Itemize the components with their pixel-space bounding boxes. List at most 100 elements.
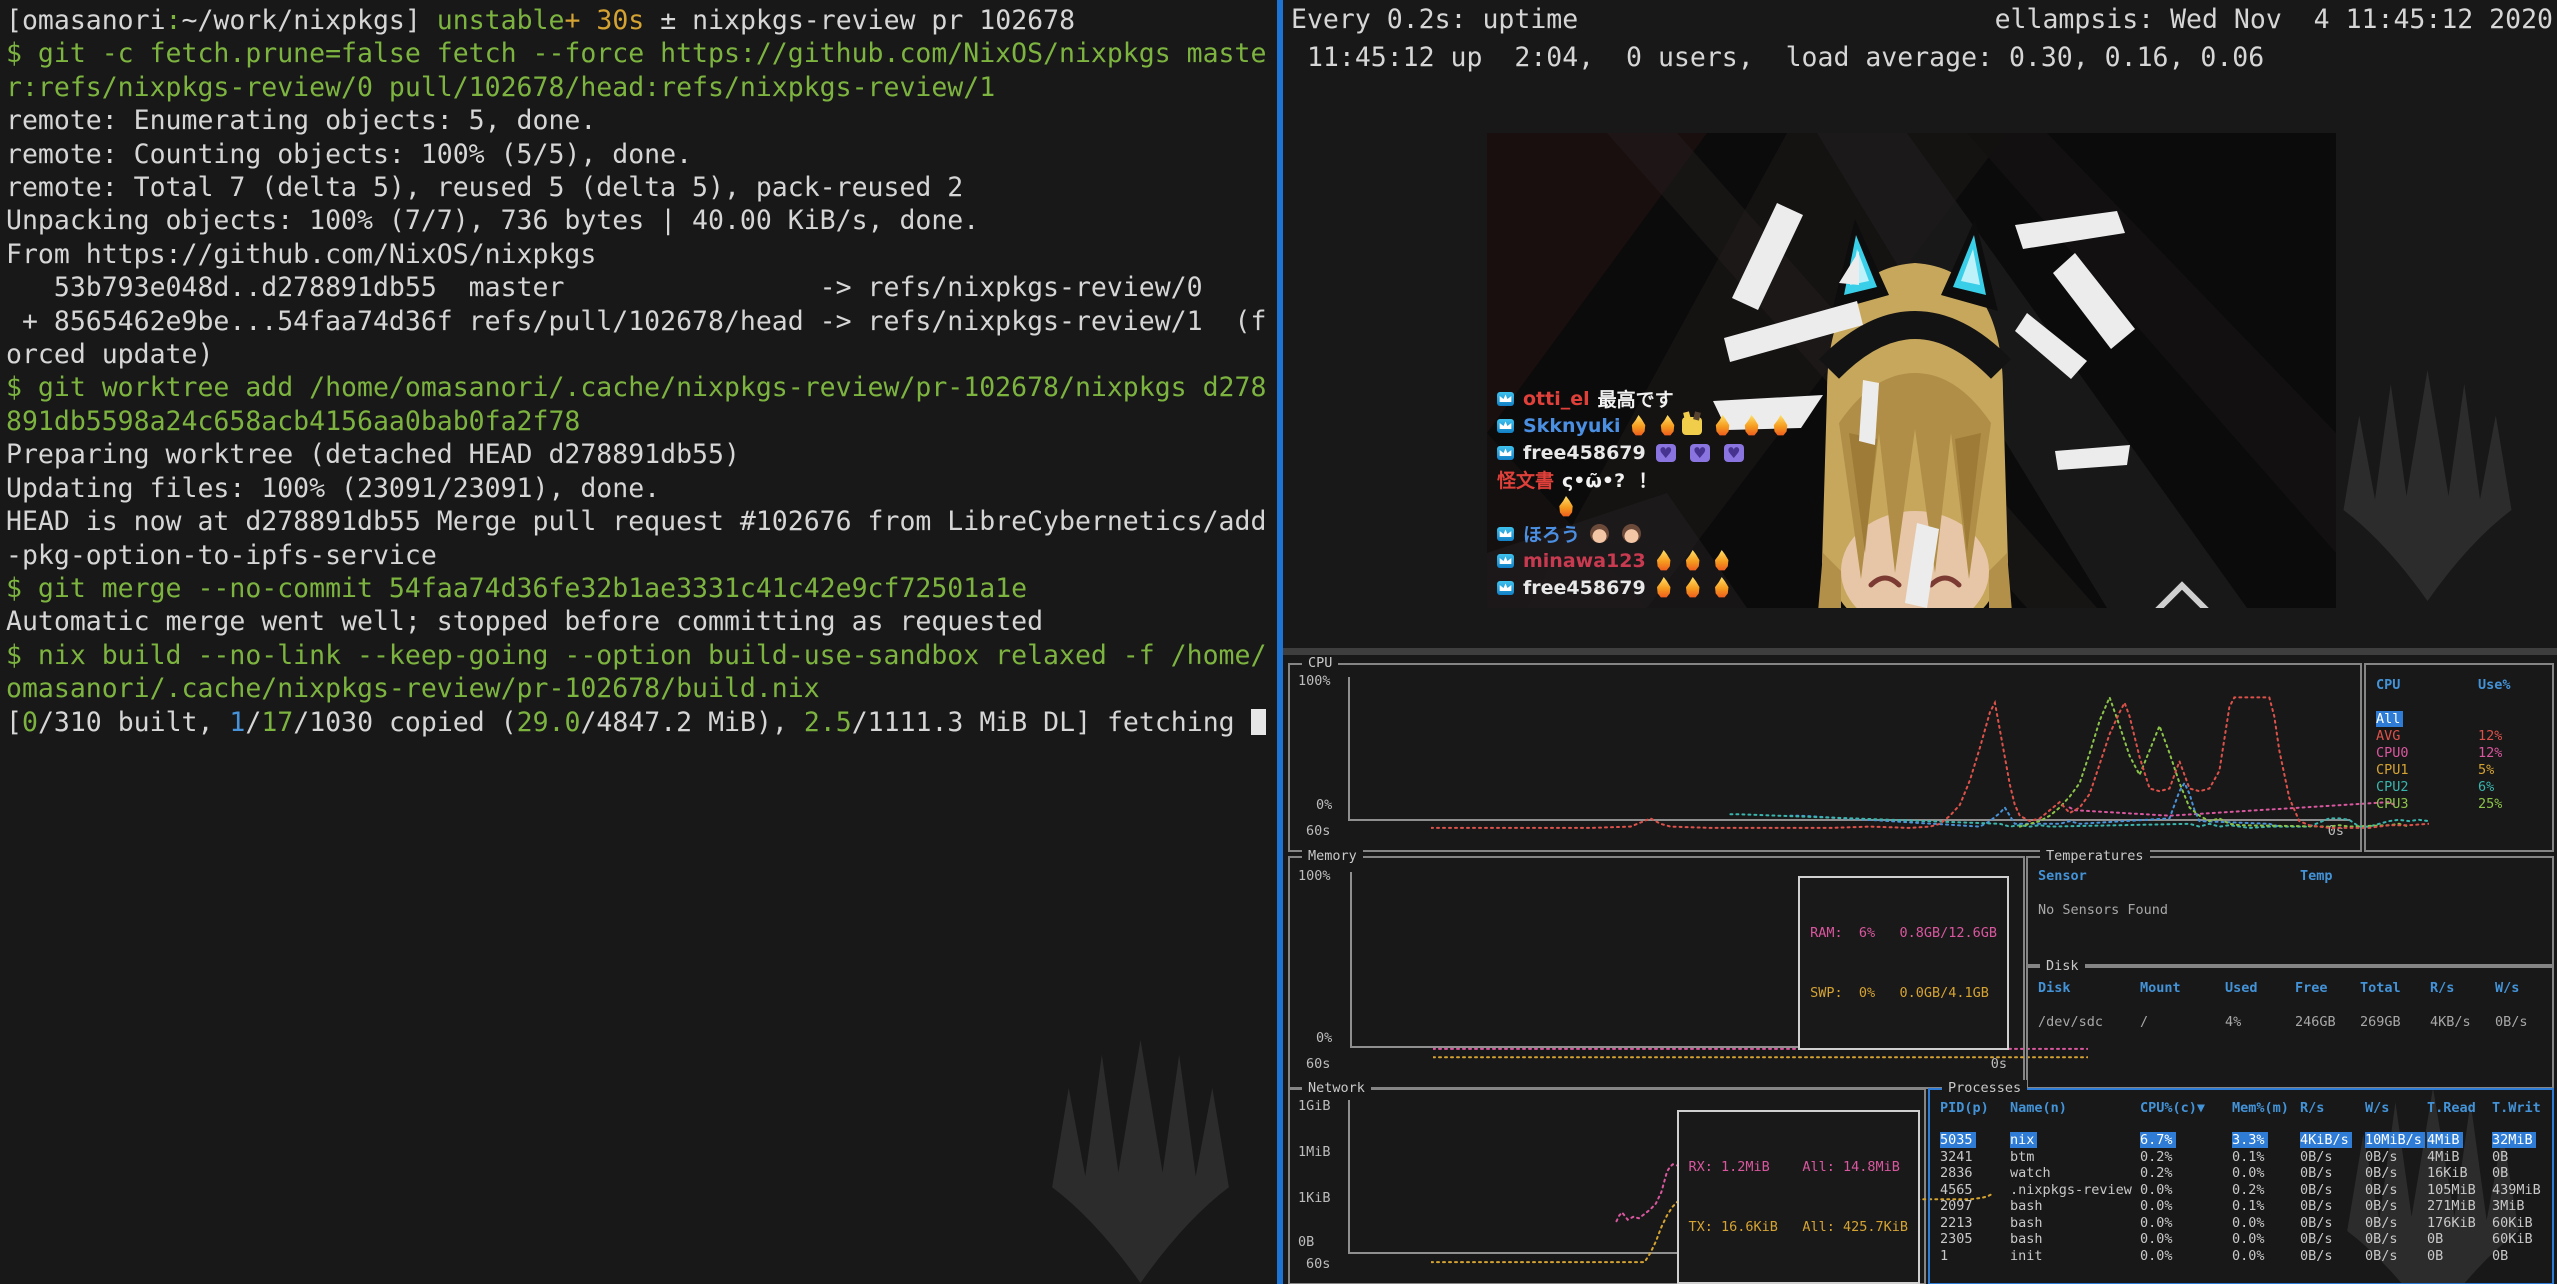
- process-col-header[interactable]: CPU%(c)▼: [2140, 1100, 2232, 1117]
- terminal-line: From https://github.com/NixOS/nixpkgs: [6, 238, 1266, 271]
- process-row[interactable]: 2213bash0.0%0.0%0B/s0B/s176KiB60KiB: [1940, 1215, 2550, 1232]
- subscriber-badge-icon: [1497, 554, 1514, 568]
- cpu-legend-row[interactable]: CPU26%: [2376, 779, 2546, 796]
- terminal-line: HEAD is now at d278891db55 Merge pull re…: [6, 505, 1266, 538]
- process-row[interactable]: 3241btm0.2%0.1%0B/s0B/s4MiB0B: [1940, 1149, 2550, 1166]
- flame-emote-icon: [1715, 415, 1731, 436]
- temperatures-panel[interactable]: Temperatures Sensor Temp No Sensors Foun…: [2026, 856, 2554, 966]
- process-row[interactable]: 2836watch0.2%0.0%0B/s0B/s16KiB0B: [1940, 1165, 2550, 1182]
- cpu-graph-panel[interactable]: CPU 100% 0% 60s 0s: [1288, 663, 2362, 852]
- flame-emote-icon: [1714, 550, 1730, 571]
- pane-divider-horizontal[interactable]: [1283, 648, 2557, 655]
- process-header-row[interactable]: PID(p)Name(n)CPU%(c)▼Mem%(m)R/sW/sT.Read…: [1940, 1100, 2551, 1117]
- process-col-header[interactable]: Mem%(m): [2232, 1100, 2300, 1117]
- flame-emote-icon: [1773, 415, 1789, 436]
- cpu-panel-title: CPU: [1302, 655, 1338, 671]
- terminal-line: $ git -c fetch.prune=false fetch --force…: [6, 37, 1266, 70]
- disk-col-header[interactable]: Free: [2295, 980, 2360, 997]
- chat-username: 怪文書: [1497, 466, 1554, 493]
- heart-emote-icon: ♥: [1724, 444, 1744, 462]
- terminal-line: remote: Counting objects: 100% (5/5), do…: [6, 138, 1266, 171]
- subscriber-badge-icon: [1497, 419, 1514, 433]
- pika-emote-icon: [1682, 417, 1702, 435]
- disk-col-header[interactable]: Mount: [2140, 980, 2225, 997]
- cpu-legend-row[interactable]: AVG12%: [2376, 728, 2546, 745]
- memory-panel[interactable]: Memory 100% 0% 60s 0s RAM: 6% 0.8GB/12.6…: [1288, 856, 2025, 1089]
- terminal-line: [omasanori:~/work/nixpkgs] unstable+ 30s…: [6, 4, 1266, 37]
- cpu-legend-row[interactable]: CPU325%: [2376, 796, 2546, 813]
- chat-line: otti_el最高です: [1497, 385, 1792, 412]
- network-panel[interactable]: Network 1GiB 1MiB 1KiB 0B 60s 0s RX: 1.2…: [1288, 1088, 1926, 1284]
- chat-username: Skknyuki: [1523, 415, 1621, 437]
- flame-emote-icon: [1656, 577, 1672, 598]
- temperatures-panel-title: Temperatures: [2040, 848, 2150, 864]
- terminal-cursor: [1251, 709, 1266, 735]
- terminal-line: $ nix build --no-link --keep-going --opt…: [6, 639, 1266, 672]
- disk-col-header[interactable]: Total: [2360, 980, 2430, 997]
- rx-rate-label: RX: 1.2MiB: [1689, 1159, 1770, 1175]
- process-row[interactable]: 4565.nixpkgs-review0.0%0.2%0B/s0B/s105Mi…: [1940, 1182, 2550, 1199]
- terminal-line: omasanori/.cache/nixpkgs-review/pr-10267…: [6, 672, 1266, 705]
- chat-username: minawa123: [1523, 550, 1646, 572]
- process-row[interactable]: 1init0.0%0.0%0B/s0B/s0B0B: [1940, 1248, 2550, 1265]
- disk-header-row: DiskMountUsedFreeTotalR/sW/s: [2038, 980, 2552, 997]
- process-col-header[interactable]: Name(n): [2010, 1100, 2140, 1117]
- chat-line: Skknyuki: [1497, 412, 1792, 439]
- chat-message: 最高です: [1598, 385, 1674, 412]
- chat-line: free458679: [1497, 574, 1792, 601]
- processes-panel[interactable]: Processes PID(p)Name(n)CPU%(c)▼Mem%(m)R/…: [1928, 1088, 2554, 1284]
- network-legend: RX: 1.2MiB All: 14.8MiB TX: 16.6KiB All:…: [1677, 1110, 1920, 1284]
- process-row[interactable]: 2097bash0.0%0.1%0B/s0B/s271MiB3MiB: [1940, 1198, 2550, 1215]
- net-x-left-label: 60s: [1306, 1256, 1330, 1273]
- terminal-line: $ git worktree add /home/omasanori/.cach…: [6, 371, 1266, 404]
- cpu-legend-row[interactable]: CPU012%: [2376, 745, 2546, 762]
- process-col-header[interactable]: W/s: [2365, 1100, 2427, 1117]
- chat-message: ς•ῶ•? ！: [1562, 466, 1657, 493]
- chart-series-cpu3: [2020, 697, 2409, 826]
- disk-col-header[interactable]: Disk: [2038, 980, 2140, 997]
- process-col-header[interactable]: T.Read: [2427, 1100, 2492, 1117]
- disk-col-header[interactable]: R/s: [2430, 980, 2495, 997]
- chat-username: free458679: [1523, 442, 1646, 464]
- terminal-line: orced update): [6, 338, 1266, 371]
- net-y-1kib-label: 1KiB: [1298, 1190, 1331, 1207]
- cpu-x-left-label: 60s: [1306, 823, 1330, 840]
- flame-emote-icon: [1660, 415, 1676, 436]
- process-row[interactable]: 5035nix6.7%3.3%4KiB/s10MiB/s4MiB32MiB: [1940, 1132, 2550, 1149]
- cpu-legend-row[interactable]: All: [2376, 711, 2546, 728]
- process-col-header[interactable]: PID(p): [1940, 1100, 2010, 1117]
- chart-series-cpu0: [2070, 802, 2394, 816]
- disk-panel[interactable]: Disk DiskMountUsedFreeTotalR/sW/s /dev/s…: [2026, 966, 2554, 1089]
- cpu-legend-panel[interactable]: CPU Use% AllAVG12%CPU012%CPU15%CPU26%CPU…: [2364, 663, 2554, 852]
- terminal-line: Preparing worktree (detached HEAD d27889…: [6, 438, 1266, 471]
- heart-emote-icon: ♥: [1690, 444, 1710, 462]
- process-row[interactable]: 2305bash0.0%0.0%0B/s0B/s0B60KiB: [1940, 1231, 2550, 1248]
- rx-total-label: All: 14.8MiB: [1802, 1159, 1900, 1175]
- pane-right[interactable]: Every 0.2s: uptime ellampsis: Wed Nov 4 …: [1283, 0, 2557, 1284]
- cpu-usage-chart: [1431, 694, 2429, 834]
- terminal-pane-left[interactable]: [omasanori:~/work/nixpkgs] unstable+ 30s…: [0, 0, 1277, 1284]
- flame-emote-icon: [1685, 550, 1701, 571]
- cpu-legend-row[interactable]: CPU15%: [2376, 762, 2546, 779]
- terminal-line: remote: Enumerating objects: 5, done.: [6, 104, 1266, 137]
- net-y-0b-label: 0B: [1298, 1234, 1314, 1251]
- terminal-line: [0/310 built, 1/17/1030 copied (29.0/484…: [6, 706, 1266, 739]
- planeswalker-watermark: [1048, 1040, 1233, 1283]
- terminal-line: r:refs/nixpkgs-review/0 pull/102678/head…: [6, 71, 1266, 104]
- network-panel-title: Network: [1302, 1080, 1371, 1096]
- mem-y-max-label: 100%: [1298, 868, 1331, 885]
- temps-header: Sensor Temp: [2038, 868, 2333, 885]
- subscriber-badge-icon: [1497, 527, 1514, 541]
- net-y-1mib-label: 1MiB: [1298, 1144, 1331, 1161]
- disk-col-header[interactable]: Used: [2225, 980, 2295, 997]
- process-col-header[interactable]: T.Writ: [2492, 1100, 2551, 1117]
- chat-username: free458679: [1523, 577, 1646, 599]
- process-col-header[interactable]: R/s: [2300, 1100, 2365, 1117]
- mem-y-min-label: 0%: [1316, 1030, 1332, 1047]
- disk-col-header[interactable]: W/s: [2495, 980, 2552, 997]
- uptime-output: 11:45:12 up 2:04, 0 users, load average:…: [1291, 42, 2264, 73]
- chat-line: minawa123: [1497, 547, 1792, 574]
- cpu-legend-header: CPU Use%: [2376, 677, 2511, 694]
- flame-emote-icon: [1685, 577, 1701, 598]
- chat-username: ほろう: [1523, 520, 1580, 547]
